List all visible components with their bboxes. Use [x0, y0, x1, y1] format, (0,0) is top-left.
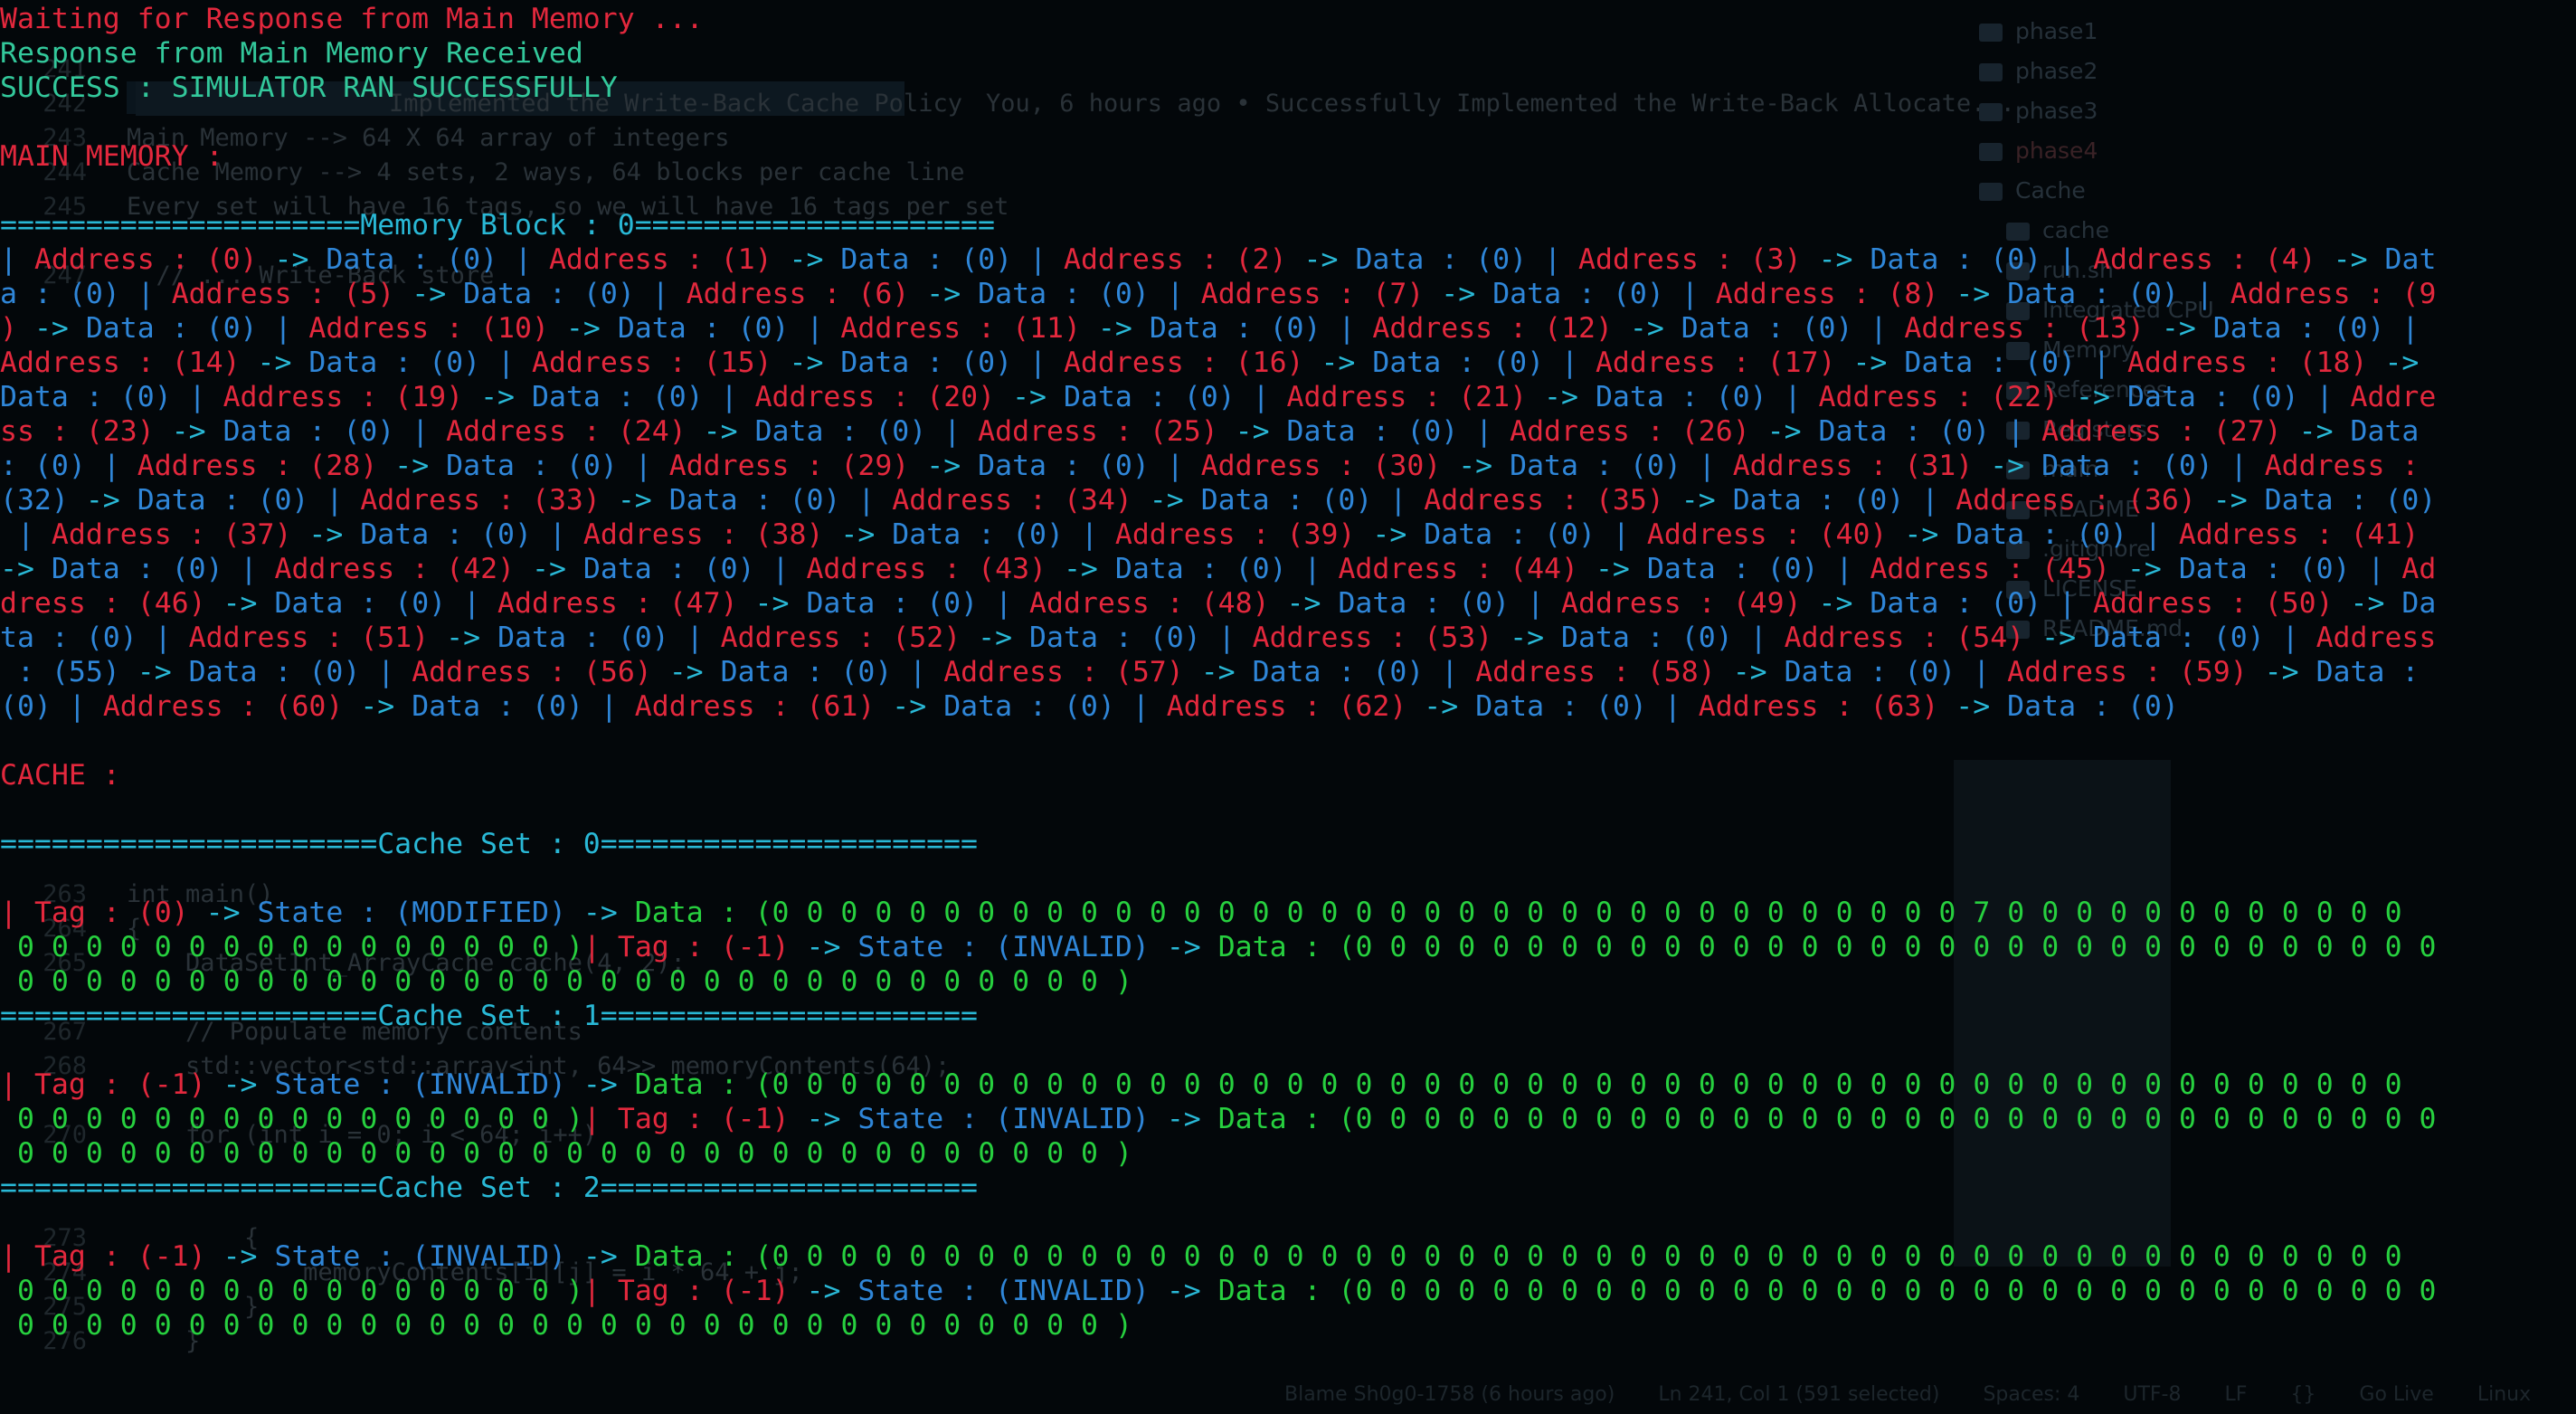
memory-dump-line: dress : (46) -> Data : (0) | Address : (… [0, 587, 2437, 620]
cache-line: 0 0 0 0 0 0 0 0 0 0 0 0 0 0 0 0 )| Tag :… [16, 931, 2437, 963]
terminal-line: CACHE : [0, 759, 120, 792]
memory-dump-line: ) -> Data : (0) | Address : (10) -> Data… [0, 312, 2420, 345]
cache-line: 0 0 0 0 0 0 0 0 0 0 0 0 0 0 0 0 0 0 0 0 … [16, 1137, 1132, 1170]
memory-dump-line: : (0) | Address : (28) -> Data : (0) | A… [0, 450, 2420, 482]
memory-dump-line: Data : (0) | Address : (19) -> Data : (0… [0, 381, 2437, 413]
memory-dump-line: | Address : (0) -> Data : (0) | Address … [0, 243, 2437, 276]
cache-line: 0 0 0 0 0 0 0 0 0 0 0 0 0 0 0 0 )| Tag :… [16, 1103, 2437, 1135]
memory-dump-line: (32) -> Data : (0) | Address : (33) -> D… [0, 484, 2437, 517]
memory-dump-line: | Address : (37) -> Data : (0) | Address… [16, 518, 2420, 551]
terminal-line: =====================Memory Block : 0===… [0, 209, 995, 242]
memory-dump-line: ta : (0) | Address : (51) -> Data : (0) … [0, 622, 2437, 654]
terminal-output[interactable]: Waiting for Response from Main Memory ..… [0, 0, 2576, 1414]
cache-line: 0 0 0 0 0 0 0 0 0 0 0 0 0 0 0 0 )| Tag :… [16, 1275, 2437, 1307]
terminal-line: Response from Main Memory Received [0, 37, 583, 70]
memory-dump-line: a : (0) | Address : (5) -> Data : (0) | … [0, 278, 2437, 310]
memory-dump-line: : (55) -> Data : (0) | Address : (56) ->… [16, 656, 2420, 688]
memory-dump-line: Address : (14) -> Data : (0) | Address :… [0, 346, 2420, 379]
terminal-line: ======================Cache Set : 2=====… [0, 1172, 978, 1204]
memory-dump-line: (0) | Address : (60) -> Data : (0) | Add… [0, 690, 2179, 723]
cache-line: | Tag : (-1) -> State : (INVALID) -> Dat… [0, 1240, 2402, 1273]
terminal-line: Waiting for Response from Main Memory ..… [0, 3, 704, 35]
memory-dump-line: -> Data : (0) | Address : (42) -> Data :… [0, 553, 2437, 585]
terminal-line: MAIN MEMORY : [0, 140, 223, 173]
memory-dump-line: ss : (23) -> Data : (0) | Address : (24)… [0, 415, 2420, 448]
cache-line: | Tag : (-1) -> State : (INVALID) -> Dat… [0, 1068, 2402, 1101]
cache-line: | Tag : (0) -> State : (MODIFIED) -> Dat… [0, 897, 2402, 929]
cache-line: 0 0 0 0 0 0 0 0 0 0 0 0 0 0 0 0 0 0 0 0 … [16, 965, 1132, 998]
terminal-line: SUCCESS : SIMULATOR RAN SUCCESSFULLY [0, 71, 618, 104]
terminal-line: ======================Cache Set : 0=====… [0, 828, 978, 860]
cache-line: 0 0 0 0 0 0 0 0 0 0 0 0 0 0 0 0 0 0 0 0 … [16, 1309, 1132, 1342]
terminal-line: ======================Cache Set : 1=====… [0, 1000, 978, 1032]
